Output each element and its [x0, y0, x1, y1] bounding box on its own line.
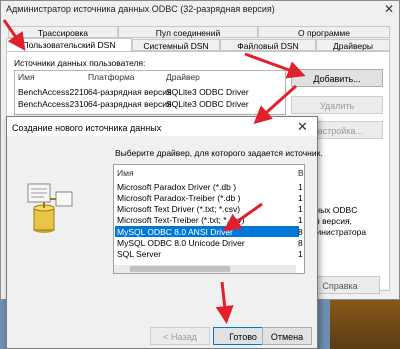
arrow-to-add-button [244, 52, 306, 79]
arrow-to-user-dsn-tab [2, 19, 26, 51]
arrow-to-dialog [253, 84, 298, 125]
arrow-to-finish-button [215, 281, 234, 324]
annotation-arrows [2, 19, 306, 324]
arrow-to-selected-driver [223, 202, 263, 232]
